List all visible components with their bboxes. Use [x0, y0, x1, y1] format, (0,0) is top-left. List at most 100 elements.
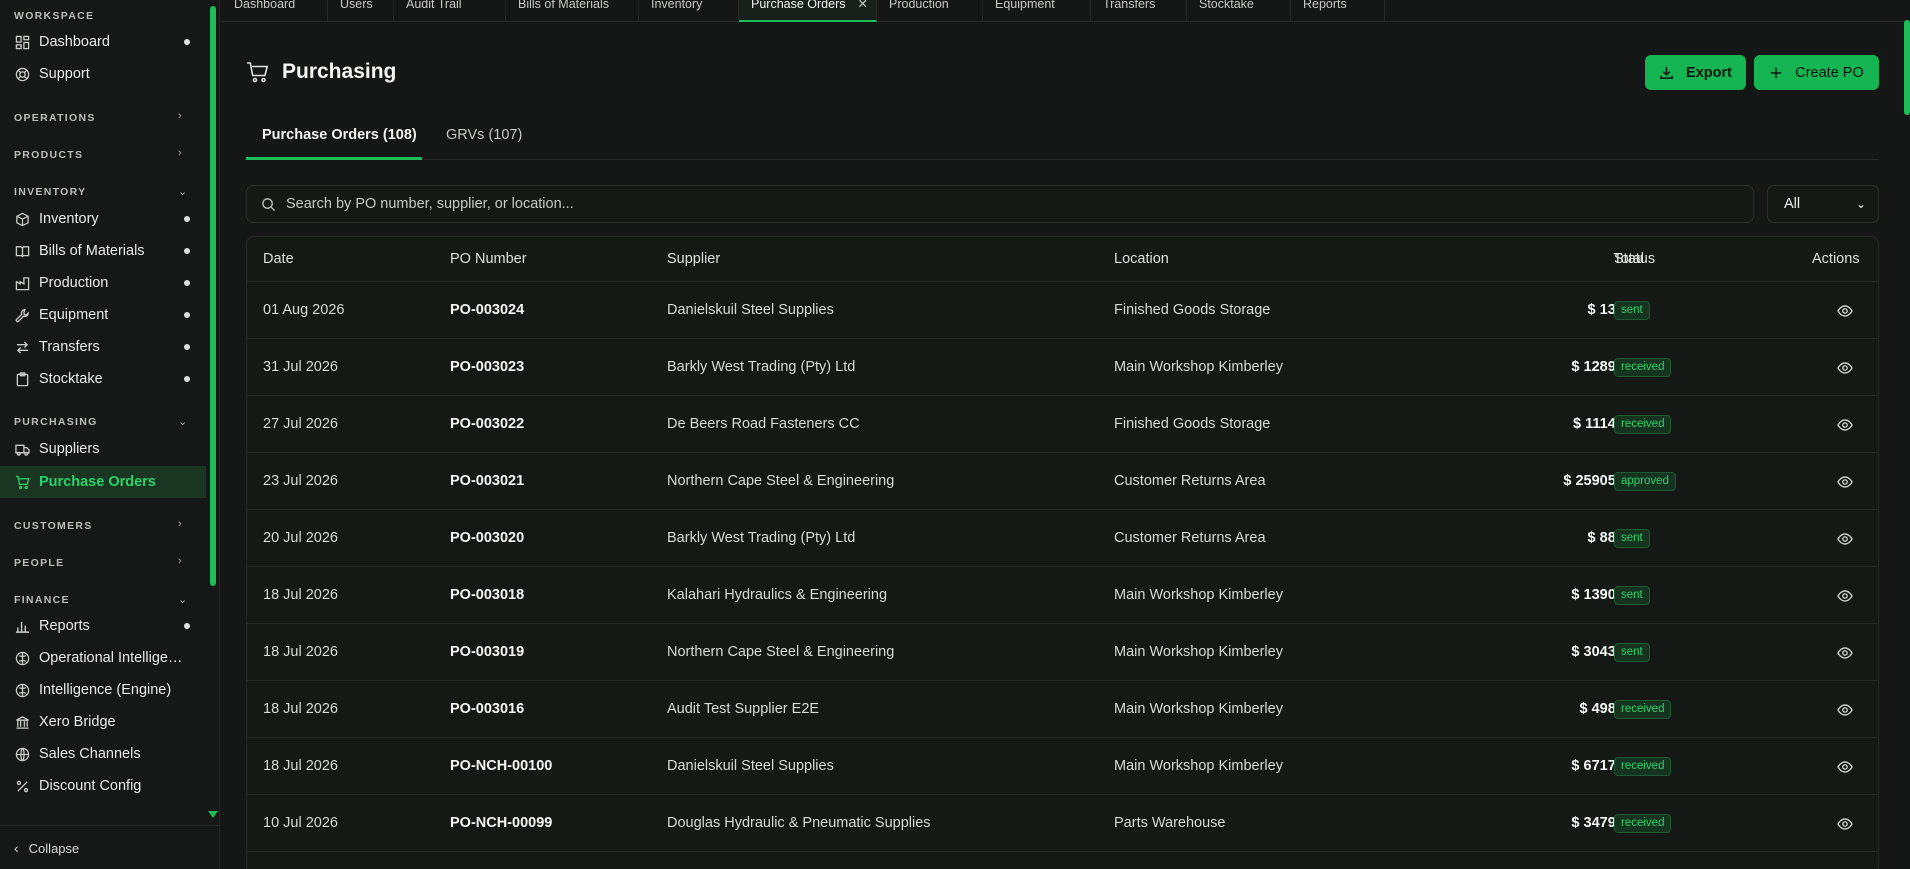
sidebar-item-support[interactable]: Support: [0, 58, 206, 90]
collapse-button[interactable]: ‹ Collapse: [14, 840, 79, 856]
lifebuoy-icon: [14, 66, 30, 82]
sidebar-item-inventory[interactable]: Inventory: [0, 203, 206, 235]
tab-production[interactable]: Production: [877, 0, 983, 22]
view-icon[interactable]: [1837, 588, 1853, 608]
cell-po-number: PO-003024: [450, 302, 525, 318]
status-filter-select[interactable]: All ⌄: [1767, 185, 1879, 223]
tab-reports[interactable]: Reports: [1291, 0, 1385, 22]
section-products[interactable]: PRODUCTS: [14, 149, 83, 161]
view-icon[interactable]: [1837, 360, 1853, 380]
table-row[interactable]: 18 Jul 2026 PO-003019 Northern Cape Steel …: [247, 624, 1878, 681]
table-row[interactable]: 23 Jul 2026 PO-003021 Northern Cape Steel …: [247, 453, 1878, 510]
purchase-orders-table: Date PO Number Supplier Location Total S…: [246, 236, 1879, 869]
sidebar-item-equipment[interactable]: Equipment: [0, 299, 206, 331]
chevron-right-icon[interactable]: ›: [178, 110, 182, 122]
cell-po-number: PO-003022: [450, 416, 525, 432]
sidebar-item-dashboard[interactable]: Dashboard: [0, 26, 206, 58]
table-row[interactable]: 27 Jul 2026 PO-003022 De Beers Road Fasten…: [247, 396, 1878, 453]
tab-audit-trail[interactable]: Audit Trail: [394, 0, 506, 22]
chevron-down-icon[interactable]: ⌄: [178, 593, 187, 606]
tab-stocktake[interactable]: Stocktake: [1187, 0, 1291, 22]
sidebar-item-transfers[interactable]: Transfers: [0, 331, 206, 363]
sidebar-item-production[interactable]: Production: [0, 267, 206, 299]
section-inventory[interactable]: INVENTORY: [14, 186, 86, 198]
cell-po-number: PO-NCH-00100: [450, 758, 553, 774]
cell-location: Customer Returns Area: [1114, 473, 1266, 489]
subtab-purchase-orders[interactable]: Purchase Orders (108): [262, 127, 417, 143]
arrows-left-right-icon: [14, 339, 30, 355]
table-row[interactable]: 10 Jul 2026 PO-NCH-00099 Douglas Hydraulic…: [247, 795, 1878, 852]
create-po-label: Create PO: [1795, 64, 1864, 81]
view-icon[interactable]: [1837, 531, 1853, 551]
chevron-down-icon[interactable]: ⌄: [178, 415, 187, 428]
cell-location: Main Workshop Kimberley: [1114, 359, 1283, 375]
view-icon[interactable]: [1837, 417, 1853, 437]
cell-supplier: Barkly West Trading (Pty) Ltd: [667, 530, 856, 546]
column-header-date[interactable]: Date: [263, 251, 294, 267]
table-row[interactable]: 01 Aug 2026 PO-003024 Danielskuil Steel Su…: [247, 282, 1878, 339]
chevron-down-icon[interactable]: ⌄: [178, 185, 187, 198]
scroll-down-icon[interactable]: [208, 811, 218, 818]
page-scrollbar[interactable]: [1904, 20, 1910, 115]
sidebar-item-stocktake[interactable]: Stocktake: [0, 363, 206, 395]
section-purchasing[interactable]: PURCHASING: [14, 416, 98, 428]
sidebar-item-suppliers[interactable]: Suppliers: [0, 433, 206, 465]
column-header-po-number[interactable]: PO Number: [450, 251, 527, 267]
status-badge: sent: [1614, 529, 1650, 548]
sidebar-item-purchase-orders[interactable]: Purchase Orders: [0, 466, 206, 498]
sidebar-item-intelligence-engine[interactable]: Intelligence (Engine): [0, 674, 206, 706]
tab-users[interactable]: Users: [328, 0, 394, 22]
view-icon[interactable]: [1837, 759, 1853, 779]
view-icon[interactable]: [1837, 816, 1853, 836]
status-badge: received: [1614, 814, 1672, 833]
sidebar-item-xero-bridge[interactable]: Xero Bridge: [0, 706, 206, 738]
tab-dashboard[interactable]: Dashboard: [222, 0, 328, 22]
view-icon[interactable]: [1837, 702, 1853, 722]
cell-po-number: PO-003018: [450, 587, 525, 603]
tab-label: Purchase Orders: [751, 0, 846, 11]
cell-date: 18 Jul 2026: [263, 644, 338, 660]
tab-purchase-orders[interactable]: Purchase Orders ✕: [739, 0, 877, 22]
sidebar-scrollbar[interactable]: [210, 6, 216, 586]
status-badge: received: [1614, 358, 1672, 377]
section-customers[interactable]: CUSTOMERS: [14, 520, 93, 532]
view-icon[interactable]: [1837, 303, 1853, 323]
sidebar-item-bills-of-materials[interactable]: Bills of Materials: [0, 235, 206, 267]
sidebar-item-sales-channels[interactable]: Sales Channels: [0, 738, 206, 770]
tab-equipment[interactable]: Equipment: [983, 0, 1091, 22]
table-row[interactable]: 18 Jul 2026 PO-003018 Kalahari Hydraulics …: [247, 567, 1878, 624]
sidebar-item-discount-config[interactable]: Discount Config: [0, 770, 206, 802]
subtab-grvs[interactable]: GRVs (107): [446, 127, 522, 143]
table-row[interactable]: 31 Jul 2026 PO-003023 Barkly West Trading …: [247, 339, 1878, 396]
search-icon: [261, 197, 276, 212]
view-icon[interactable]: [1837, 645, 1853, 665]
tab-inventory[interactable]: Inventory: [639, 0, 739, 22]
column-header-supplier[interactable]: Supplier: [667, 251, 720, 267]
cell-supplier: Douglas Hydraulic & Pneumatic Supplies: [667, 815, 931, 831]
create-po-button[interactable]: Create PO: [1754, 55, 1879, 90]
table-row[interactable]: 18 Jul 2026 PO-NCH-00100 Danielskuil Steel…: [247, 738, 1878, 795]
sidebar-footer: ‹ Collapse: [0, 825, 219, 869]
table-row[interactable]: 18 Jul 2026 PO-003016 Audit Test Supplier …: [247, 681, 1878, 738]
cell-po-number: PO-003016: [450, 701, 525, 717]
column-header-status[interactable]: Status: [1614, 251, 1655, 267]
close-icon[interactable]: ✕: [857, 0, 867, 11]
section-people[interactable]: PEOPLE: [14, 557, 64, 569]
chevron-right-icon[interactable]: ›: [178, 518, 182, 530]
section-operations[interactable]: OPERATIONS: [14, 112, 96, 124]
chevron-right-icon[interactable]: ›: [178, 555, 182, 567]
export-button[interactable]: Export: [1645, 55, 1746, 90]
section-finance[interactable]: FINANCE: [14, 594, 70, 606]
view-icon[interactable]: [1837, 474, 1853, 494]
sidebar-item-operational-intelligence[interactable]: Operational Intelligence: [0, 642, 206, 674]
table-row[interactable]: 20 Jul 2026 PO-003020 Barkly West Trading …: [247, 510, 1878, 567]
chevron-right-icon[interactable]: ›: [178, 147, 182, 159]
purchasing-subtabs: Purchase Orders (108) GRVs (107): [246, 117, 1879, 160]
column-header-location[interactable]: Location: [1114, 251, 1169, 267]
search-input[interactable]: [286, 196, 1686, 212]
tab-bills-of-materials[interactable]: Bills of Materials: [506, 0, 639, 22]
tab-transfers[interactable]: Transfers: [1091, 0, 1187, 22]
cell-supplier: Danielskuil Steel Supplies: [667, 758, 834, 774]
sidebar-item-reports[interactable]: Reports: [0, 610, 206, 642]
cell-supplier: Danielskuil Steel Supplies: [667, 302, 834, 318]
